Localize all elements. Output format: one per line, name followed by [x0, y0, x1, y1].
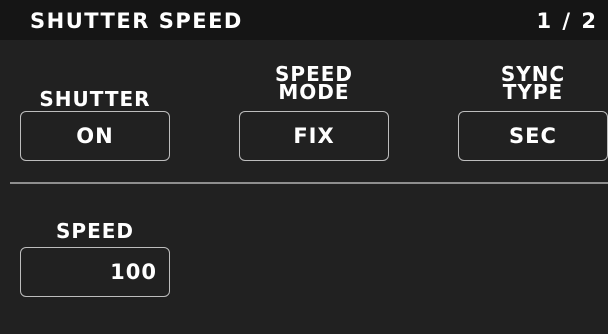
sync-type-label-line2: TYPE [502, 80, 564, 104]
speed-mode-value-button[interactable]: FIX [239, 111, 389, 161]
speed-mode-label-line2: MODE [278, 80, 350, 104]
section-divider [10, 182, 608, 184]
speed-mode-label: SPEED MODE [239, 64, 389, 104]
header-bar: SHUTTER SPEED 1 / 2 [0, 0, 608, 40]
shutter-label-line2: SHUTTER [39, 87, 151, 111]
speed-value: 100 [110, 260, 157, 284]
shutter-label: SHUTTER [20, 72, 170, 111]
sync-type-value-button[interactable]: SEC [458, 111, 608, 161]
speed-label: SPEED [56, 219, 134, 243]
sync-type-value: SEC [509, 124, 557, 148]
shutter-speed-screen: SHUTTER SPEED 1 / 2 SHUTTER ON SPEED MOD… [0, 0, 608, 334]
shutter-value-button[interactable]: ON [20, 111, 170, 161]
page-indicator: 1 / 2 [536, 9, 598, 33]
shutter-value: ON [76, 124, 114, 148]
page-title: SHUTTER SPEED [30, 9, 243, 33]
sync-type-label: SYNC TYPE [458, 64, 608, 104]
speed-mode-value: FIX [293, 124, 335, 148]
speed-value-button[interactable]: 100 [20, 247, 170, 297]
